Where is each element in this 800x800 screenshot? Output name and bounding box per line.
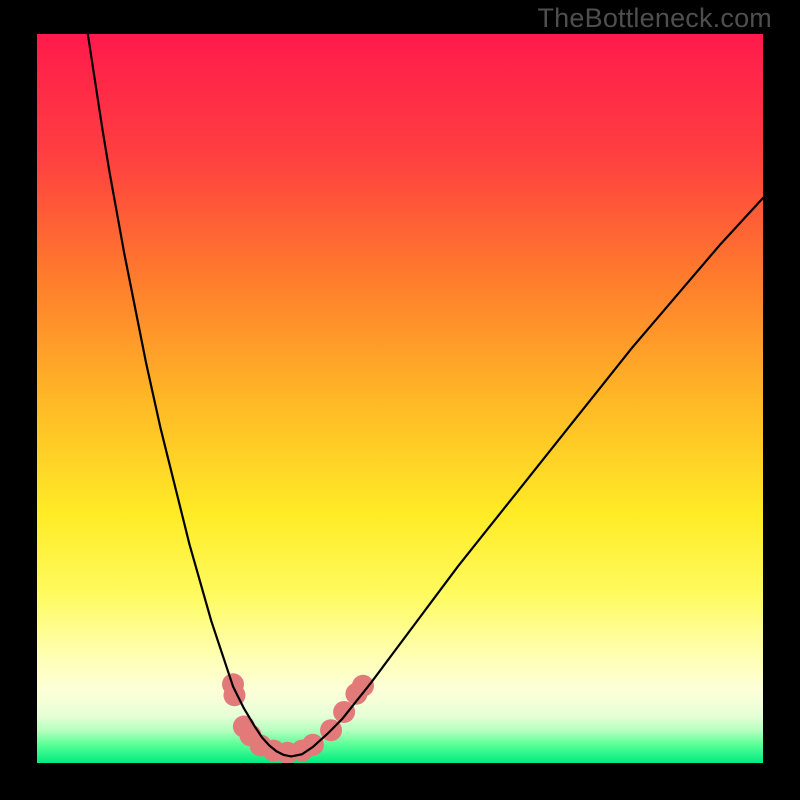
watermark-label: TheBottleneck.com	[537, 3, 772, 34]
chart-frame: TheBottleneck.com	[0, 0, 800, 800]
gradient-background	[37, 34, 763, 763]
highlight-dot	[333, 701, 355, 723]
plot-area	[37, 34, 763, 763]
chart-svg	[37, 34, 763, 763]
